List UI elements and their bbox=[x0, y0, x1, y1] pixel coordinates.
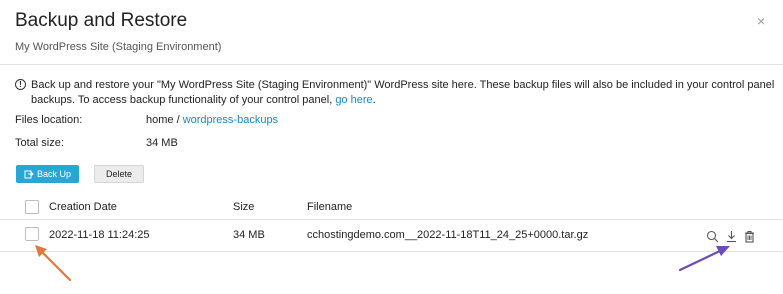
column-header-size[interactable]: Size bbox=[233, 201, 254, 213]
dialog-subtitle: My WordPress Site (Staging Environment) bbox=[15, 41, 222, 53]
back-up-button[interactable]: Back Up bbox=[16, 165, 79, 183]
files-location-label: Files location: bbox=[15, 114, 83, 126]
delete-button[interactable]: Delete bbox=[94, 165, 144, 183]
files-location-prefix: home / bbox=[146, 114, 183, 126]
info-icon: ! bbox=[15, 79, 26, 90]
info-suffix: . bbox=[372, 94, 376, 106]
column-header-filename[interactable]: Filename bbox=[307, 201, 352, 213]
header-divider bbox=[0, 64, 783, 65]
total-size-value: 34 MB bbox=[146, 137, 178, 149]
select-all-checkbox[interactable] bbox=[25, 200, 39, 214]
wordpress-backups-link[interactable]: wordpress-backups bbox=[183, 114, 278, 126]
control-panel-link[interactable]: go here bbox=[335, 94, 372, 106]
row-filename: cchostingdemo.com__2022-11-18T11_24_25+0… bbox=[307, 229, 589, 241]
trash-icon[interactable] bbox=[743, 230, 756, 243]
row-checkbox[interactable] bbox=[25, 227, 39, 241]
table-header-divider bbox=[0, 219, 783, 220]
backup-icon bbox=[24, 170, 34, 179]
orange-arrow-annotation bbox=[35, 245, 72, 282]
info-text: Back up and restore your "My WordPress S… bbox=[31, 78, 775, 108]
column-header-creation-date[interactable]: Creation Date bbox=[49, 201, 117, 213]
close-icon[interactable]: × bbox=[757, 14, 765, 28]
info-body: Back up and restore your "My WordPress S… bbox=[31, 79, 775, 106]
total-size-label: Total size: bbox=[15, 137, 64, 149]
back-up-label: Back Up bbox=[36, 169, 71, 179]
files-location-value: home / wordpress-backups bbox=[146, 114, 278, 126]
dialog-title: Backup and Restore bbox=[15, 10, 188, 31]
row-size: 34 MB bbox=[233, 229, 265, 241]
purple-arrow-annotation bbox=[678, 246, 730, 272]
backup-restore-dialog: Backup and Restore My WordPress Site (St… bbox=[0, 0, 783, 294]
delete-label: Delete bbox=[105, 169, 132, 179]
table-row-divider bbox=[0, 251, 783, 252]
